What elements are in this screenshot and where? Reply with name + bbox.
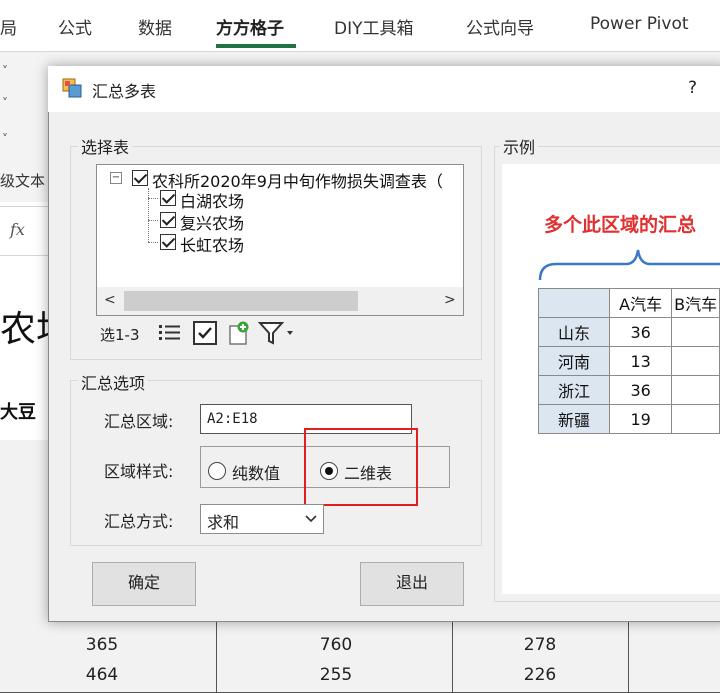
cell-value[interactable]: 365 xyxy=(42,635,162,655)
table-header: A汽车 xyxy=(608,288,673,318)
tab-layout[interactable]: 局 xyxy=(0,14,17,39)
add-document-icon[interactable] xyxy=(226,320,252,346)
radio-plain-values-label[interactable]: 纯数值 xyxy=(232,460,280,484)
list-icon[interactable] xyxy=(158,322,182,344)
scroll-left-icon[interactable]: < xyxy=(104,292,116,308)
filter-icon[interactable] xyxy=(258,320,296,346)
chevron-down-icon[interactable]: ˅ xyxy=(2,64,8,78)
scrollbar-thumb[interactable] xyxy=(124,291,358,311)
table-cell xyxy=(671,375,720,405)
table-corner xyxy=(538,288,610,318)
tree-item-label[interactable]: 白湖农场 xyxy=(180,188,244,212)
tree-line xyxy=(148,198,158,199)
ribbon-group-label: 级文本 xyxy=(0,172,46,190)
tab-formula-wizard[interactable]: 公式向导 xyxy=(466,14,534,39)
cell-value[interactable]: 226 xyxy=(480,665,600,685)
child-checkbox[interactable] xyxy=(160,212,176,228)
table-cell: 19 xyxy=(608,404,673,434)
fx-icon[interactable]: fx xyxy=(10,220,25,239)
tab-power-pivot[interactable]: Power Pivot xyxy=(590,14,689,34)
row-header: 山东 xyxy=(538,317,610,347)
active-tab-indicator xyxy=(216,44,296,48)
row-header: 新疆 xyxy=(538,404,610,434)
ribbon-tab-bar: 局 公式 数据 方方格子 DIY工具箱 公式向导 Power Pivot xyxy=(0,0,720,52)
cell-label[interactable]: 大豆 xyxy=(0,398,36,424)
example-title: 多个此区域的汇总 xyxy=(544,214,697,236)
table-cell: 13 xyxy=(608,346,673,376)
table-cell xyxy=(671,317,720,347)
tree-line xyxy=(148,242,158,243)
exit-button[interactable]: 退出 xyxy=(360,562,464,606)
child-checkbox[interactable] xyxy=(160,190,176,206)
tree-item-label[interactable]: 复兴农场 xyxy=(180,210,244,234)
chevron-down-icon[interactable]: ˅ xyxy=(2,132,8,146)
summary-options-label: 汇总选项 xyxy=(78,370,149,394)
select-tables-label: 选择表 xyxy=(78,134,133,158)
app-icon xyxy=(62,78,82,98)
row-header: 浙江 xyxy=(538,375,610,405)
table-row: 浙江 36 xyxy=(538,375,720,405)
selection-count: 选1-3 xyxy=(100,326,140,344)
brace-icon xyxy=(538,249,720,281)
table-cell xyxy=(671,346,720,376)
radio-plain-values[interactable] xyxy=(208,462,226,480)
style-label: 区域样式: xyxy=(104,462,174,481)
chevron-down-icon[interactable]: ˅ xyxy=(2,96,8,110)
help-button[interactable]: ? xyxy=(688,78,697,98)
highlight-box xyxy=(304,428,418,506)
table-row: 山东 36 xyxy=(538,317,720,347)
table-cell: 36 xyxy=(608,317,673,347)
range-label: 汇总区域: xyxy=(104,412,174,431)
cell-value[interactable]: 464 xyxy=(42,665,162,685)
scroll-right-icon[interactable]: > xyxy=(444,292,456,308)
table-row[interactable]: 365 760 278 xyxy=(0,630,720,661)
collapse-icon[interactable]: − xyxy=(110,172,122,184)
table-row: 河南 13 xyxy=(538,346,720,376)
tree-line xyxy=(148,188,149,242)
tree-item-label[interactable]: 长虹农场 xyxy=(180,232,244,256)
chevron-down-icon[interactable] xyxy=(304,512,318,526)
table-header: B汽车 xyxy=(671,288,720,318)
ok-button[interactable]: 确定 xyxy=(92,562,196,606)
tab-diy-toolbox[interactable]: DIY工具箱 xyxy=(334,14,414,39)
row-header: 河南 xyxy=(538,346,610,376)
tree-line xyxy=(148,220,158,221)
method-label: 汇总方式: xyxy=(104,512,174,531)
tab-data[interactable]: 数据 xyxy=(138,14,172,39)
cell-value[interactable]: 278 xyxy=(480,635,600,655)
table-row[interactable]: 464 255 226 xyxy=(0,660,720,693)
cell-value[interactable]: 255 xyxy=(276,665,396,685)
table-cell xyxy=(671,404,720,434)
cell-value[interactable]: 760 xyxy=(276,635,396,655)
child-checkbox[interactable] xyxy=(160,234,176,250)
tab-formulas[interactable]: 公式 xyxy=(58,14,92,39)
tab-fangfanggezi[interactable]: 方方格子 xyxy=(216,14,284,39)
checkbox-icon[interactable] xyxy=(192,320,218,346)
example-table: A汽车 B汽车 山东 36 河南 13 浙江 36 新疆 19 xyxy=(538,288,720,434)
example-label: 示例 xyxy=(500,134,539,158)
root-checkbox[interactable] xyxy=(132,170,148,186)
table-row: A汽车 B汽车 xyxy=(538,288,720,318)
table-row: 新疆 19 xyxy=(538,404,720,434)
table-cell: 36 xyxy=(608,375,673,405)
dialog-title: 汇总多表 xyxy=(92,82,157,101)
